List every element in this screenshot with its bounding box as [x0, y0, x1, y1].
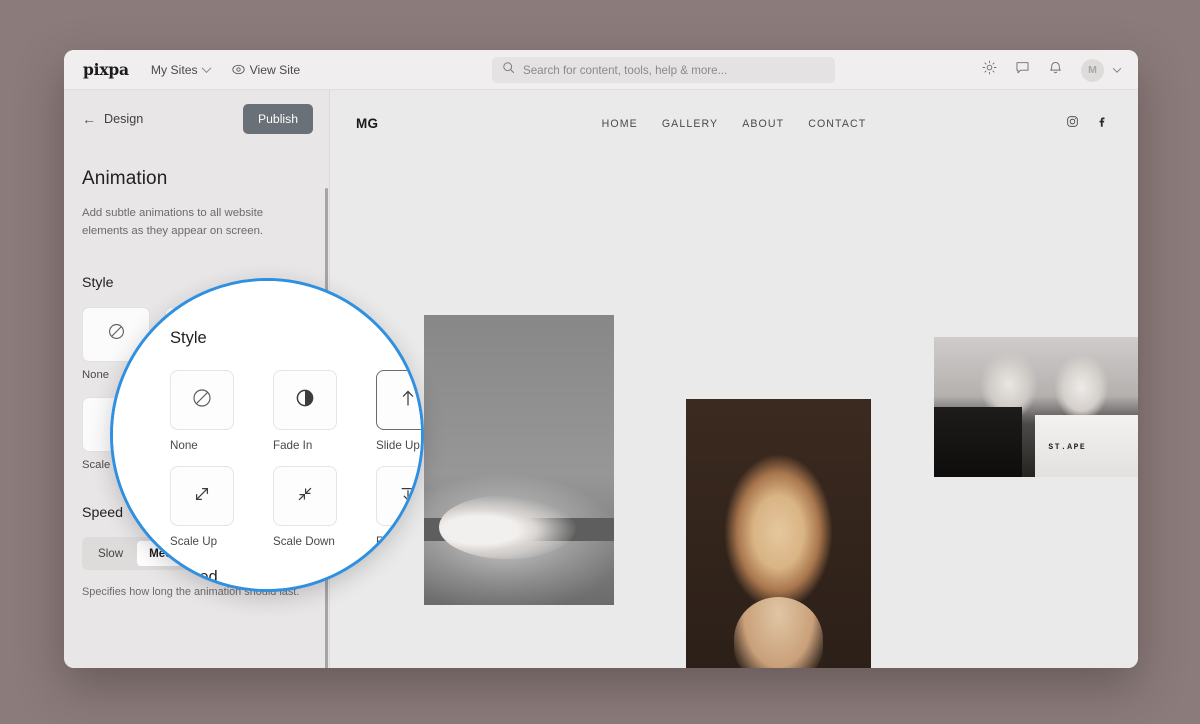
browser-window: pixpa My Sites View Site Search for con — [64, 50, 1138, 668]
section-description: Add subtle animations to all website ele… — [82, 204, 300, 241]
magnified-style-option-reveal[interactable]: Reveal — [376, 466, 424, 548]
magnified-style-heading: Style — [170, 329, 424, 348]
site-nav-link-gallery[interactable]: GALLERY — [662, 118, 718, 130]
magnified-style-option-slide-up-box[interactable] — [376, 370, 424, 430]
back-to-design-label: Design — [104, 112, 143, 126]
gallery-photo-caption: ST.APE — [1048, 443, 1086, 452]
brightness-icon[interactable] — [982, 60, 997, 80]
site-nav-link-home[interactable]: HOME — [602, 118, 638, 130]
magnified-style-option-reveal-box[interactable] — [376, 466, 424, 526]
magnified-style-option-reveal-label: Reveal — [376, 535, 424, 548]
half-circle-icon — [294, 387, 316, 414]
search-icon — [502, 61, 515, 79]
app-topbar: pixpa My Sites View Site Search for con — [64, 50, 1138, 90]
page-title: Animation — [82, 168, 311, 190]
magnified-style-options-grid: None Fade In — [170, 370, 424, 548]
site-nav-links: HOME GALLERY ABOUT CONTACT — [330, 118, 1138, 130]
site-nav-link-about[interactable]: ABOUT — [742, 118, 784, 130]
gallery-photo[interactable]: ST.APE — [934, 337, 1138, 477]
topnav-view-site[interactable]: View Site — [232, 63, 301, 77]
magnified-style-option-fade-in-label: Fade In — [273, 439, 356, 452]
pixpa-logo[interactable]: pixpa — [83, 60, 129, 79]
magnified-style-option-fade-in[interactable]: Fade In — [273, 370, 356, 452]
arrow-down-bar-icon — [397, 483, 419, 510]
magnified-style-option-none-label: None — [170, 439, 253, 452]
expand-diagonal-icon — [191, 483, 213, 510]
magnified-style-option-slide-up[interactable]: Slide Up — [376, 370, 424, 452]
search-input[interactable]: Search for content, tools, help & more..… — [492, 57, 835, 83]
site-nav-link-contact[interactable]: CONTACT — [808, 118, 866, 130]
magnified-speed-heading: Speed — [170, 568, 424, 587]
site-social-links — [1066, 115, 1108, 133]
magnified-style-option-slide-up-label: Slide Up — [376, 439, 424, 452]
magnified-style-option-scale-down-label: Scale Down — [273, 535, 356, 548]
magnified-style-option-none-box[interactable] — [170, 370, 234, 430]
magnified-style-option-scale-up-box[interactable] — [170, 466, 234, 526]
site-navbar: MG HOME GALLERY ABOUT CONTACT — [330, 90, 1138, 157]
topbar-actions: M — [982, 50, 1120, 90]
bell-icon[interactable] — [1048, 60, 1063, 80]
magnifier-overlay: Style None — [110, 278, 424, 592]
site-preview: MG HOME GALLERY ABOUT CONTACT — [330, 90, 1138, 668]
facebook-icon[interactable] — [1095, 115, 1108, 133]
topnav-my-sites-label: My Sites — [151, 63, 198, 77]
avatar-chevron-down-icon[interactable] — [1113, 64, 1121, 72]
magnified-style-option-scale-down-box[interactable] — [273, 466, 337, 526]
collapse-diagonal-icon — [294, 483, 316, 510]
magnified-style-option-scale-up-label: Scale Up — [170, 535, 253, 548]
sidebar-header: ← Design Publish — [64, 90, 329, 148]
avatar[interactable]: M — [1081, 59, 1104, 82]
magnified-style-option-scale-up[interactable]: Scale Up — [170, 466, 253, 548]
topnav-view-site-label: View Site — [250, 63, 301, 77]
magnified-style-option-none[interactable]: None — [170, 370, 253, 452]
gallery-photo[interactable] — [686, 399, 871, 668]
magnifier-content: Style None — [113, 281, 424, 592]
gallery-photo[interactable] — [424, 315, 614, 605]
magnified-style-option-scale-down[interactable]: Scale Down — [273, 466, 356, 548]
no-entry-icon — [191, 387, 213, 414]
instagram-icon[interactable] — [1066, 115, 1079, 133]
back-to-design-link[interactable]: ← Design — [82, 112, 143, 126]
gallery-grid: ST.APE — [330, 157, 1138, 668]
arrow-up-icon — [397, 387, 419, 414]
publish-button[interactable]: Publish — [243, 104, 313, 134]
search-placeholder: Search for content, tools, help & more..… — [523, 64, 727, 77]
chat-icon[interactable] — [1015, 60, 1030, 80]
photo-detail-jacket — [934, 407, 1022, 477]
magnified-style-option-fade-in-box[interactable] — [273, 370, 337, 430]
chevron-down-icon — [201, 63, 211, 73]
topnav-my-sites[interactable]: My Sites — [151, 63, 210, 77]
eye-icon — [232, 63, 245, 76]
arrow-left-icon: ← — [82, 112, 96, 126]
